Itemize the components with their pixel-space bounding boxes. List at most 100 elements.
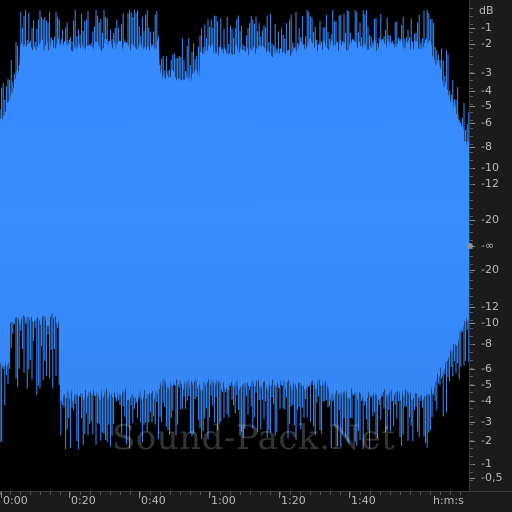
time-tick xyxy=(1,492,2,498)
time-minor-tick xyxy=(340,492,341,495)
db-tick xyxy=(470,401,475,402)
db-minor-tick xyxy=(470,144,473,145)
db-minor-tick xyxy=(470,384,473,385)
time-minor-tick xyxy=(300,492,301,495)
db-minor-tick xyxy=(470,392,473,393)
db-minor-tick xyxy=(470,280,473,281)
db-unit-label: dB xyxy=(479,4,494,17)
db-minor-tick xyxy=(470,152,473,153)
db-tick-label: -10 xyxy=(481,316,499,329)
db-minor-tick xyxy=(470,328,473,329)
db-tick-label: -4 xyxy=(481,394,492,407)
db-tick xyxy=(470,91,475,92)
db-tick-label: -∞ xyxy=(481,239,495,252)
db-minor-tick xyxy=(470,264,473,265)
db-minor-tick xyxy=(470,304,473,305)
db-tick-label: -2 xyxy=(481,434,492,447)
time-minor-tick xyxy=(420,492,421,495)
db-minor-tick xyxy=(470,360,473,361)
time-tick-label: 1:00 xyxy=(211,494,236,507)
db-tick xyxy=(470,106,475,107)
db-minor-tick xyxy=(470,448,473,449)
time-minor-tick xyxy=(350,492,351,495)
time-minor-tick xyxy=(380,492,381,495)
time-minor-tick xyxy=(260,492,261,495)
time-minor-tick xyxy=(90,492,91,495)
time-minor-tick xyxy=(370,492,371,495)
db-minor-tick xyxy=(470,72,473,73)
db-minor-tick xyxy=(470,352,473,353)
db-tick xyxy=(470,73,475,74)
db-minor-tick xyxy=(470,104,473,105)
db-minor-tick xyxy=(470,8,473,9)
time-minor-tick xyxy=(190,492,191,495)
db-minor-tick xyxy=(470,88,473,89)
db-tick xyxy=(470,323,475,324)
db-tick xyxy=(470,28,475,29)
db-tick-label: -6 xyxy=(481,362,492,375)
db-minor-tick xyxy=(470,432,473,433)
db-minor-tick xyxy=(470,112,473,113)
db-minor-tick xyxy=(470,48,473,49)
time-minor-tick xyxy=(200,492,201,495)
db-minor-tick xyxy=(470,408,473,409)
time-minor-tick xyxy=(30,492,31,495)
db-tick-label: -5 xyxy=(481,99,492,112)
db-minor-tick xyxy=(470,336,473,337)
time-minor-tick xyxy=(150,492,151,495)
db-minor-tick xyxy=(470,56,473,57)
time-minor-tick xyxy=(180,492,181,495)
db-minor-tick xyxy=(470,256,473,257)
db-tick xyxy=(470,478,475,479)
time-ruler[interactable]: 0:00 0:20 0:40 1:00 1:20 1:40 h:m:s xyxy=(0,491,512,512)
db-tick-label: -20 xyxy=(481,213,499,226)
db-tick xyxy=(470,44,475,45)
time-minor-tick xyxy=(310,492,311,495)
time-minor-tick xyxy=(400,492,401,495)
db-minor-tick xyxy=(470,400,473,401)
waveform-display[interactable]: Sound-Pack.Net xyxy=(0,0,469,491)
db-minor-tick xyxy=(470,200,473,201)
db-minor-tick xyxy=(470,424,473,425)
db-tick xyxy=(470,307,475,308)
time-minor-tick xyxy=(410,492,411,495)
time-minor-tick xyxy=(290,492,291,495)
time-minor-tick xyxy=(250,492,251,495)
db-ruler[interactable]: dB -1 -2 -3 -4 -5 -6 -8 -10 -12 -20 -∞ -20 -12 -10 -8 -… xyxy=(467,0,512,491)
db-minor-tick xyxy=(470,184,473,185)
db-minor-tick xyxy=(470,272,473,273)
db-minor-tick xyxy=(470,32,473,33)
time-minor-tick xyxy=(100,492,101,495)
db-tick-label: -5 xyxy=(481,378,492,391)
db-minor-tick xyxy=(470,376,473,377)
db-tick-label: -10 xyxy=(481,161,499,174)
time-minor-tick xyxy=(60,492,61,495)
db-tick xyxy=(470,123,475,124)
time-tick-label: 0:00 xyxy=(3,494,28,507)
db-tick-label: -20 xyxy=(481,263,499,276)
time-tick-label: 0:20 xyxy=(71,494,96,507)
time-minor-tick xyxy=(70,492,71,495)
db-minor-tick xyxy=(470,368,473,369)
db-tick xyxy=(470,385,475,386)
db-tick-label: -6 xyxy=(481,116,492,129)
db-minor-tick xyxy=(470,416,473,417)
time-tick-label: 0:40 xyxy=(141,494,166,507)
time-minor-tick xyxy=(240,492,241,495)
db-minor-tick xyxy=(470,232,473,233)
db-minor-tick xyxy=(470,480,473,481)
db-minor-tick xyxy=(470,176,473,177)
time-minor-tick xyxy=(80,492,81,495)
time-minor-tick xyxy=(320,492,321,495)
time-minor-tick xyxy=(430,492,431,495)
db-minor-tick xyxy=(470,168,473,169)
time-minor-tick xyxy=(330,492,331,495)
db-minor-tick xyxy=(470,288,473,289)
db-tick-label: -1 xyxy=(481,457,492,470)
db-minor-tick xyxy=(470,296,473,297)
db-minor-tick xyxy=(470,464,473,465)
time-minor-tick xyxy=(170,492,171,495)
db-minor-tick xyxy=(470,96,473,97)
time-unit-label: h:m:s xyxy=(433,494,464,507)
time-minor-tick xyxy=(40,492,41,495)
